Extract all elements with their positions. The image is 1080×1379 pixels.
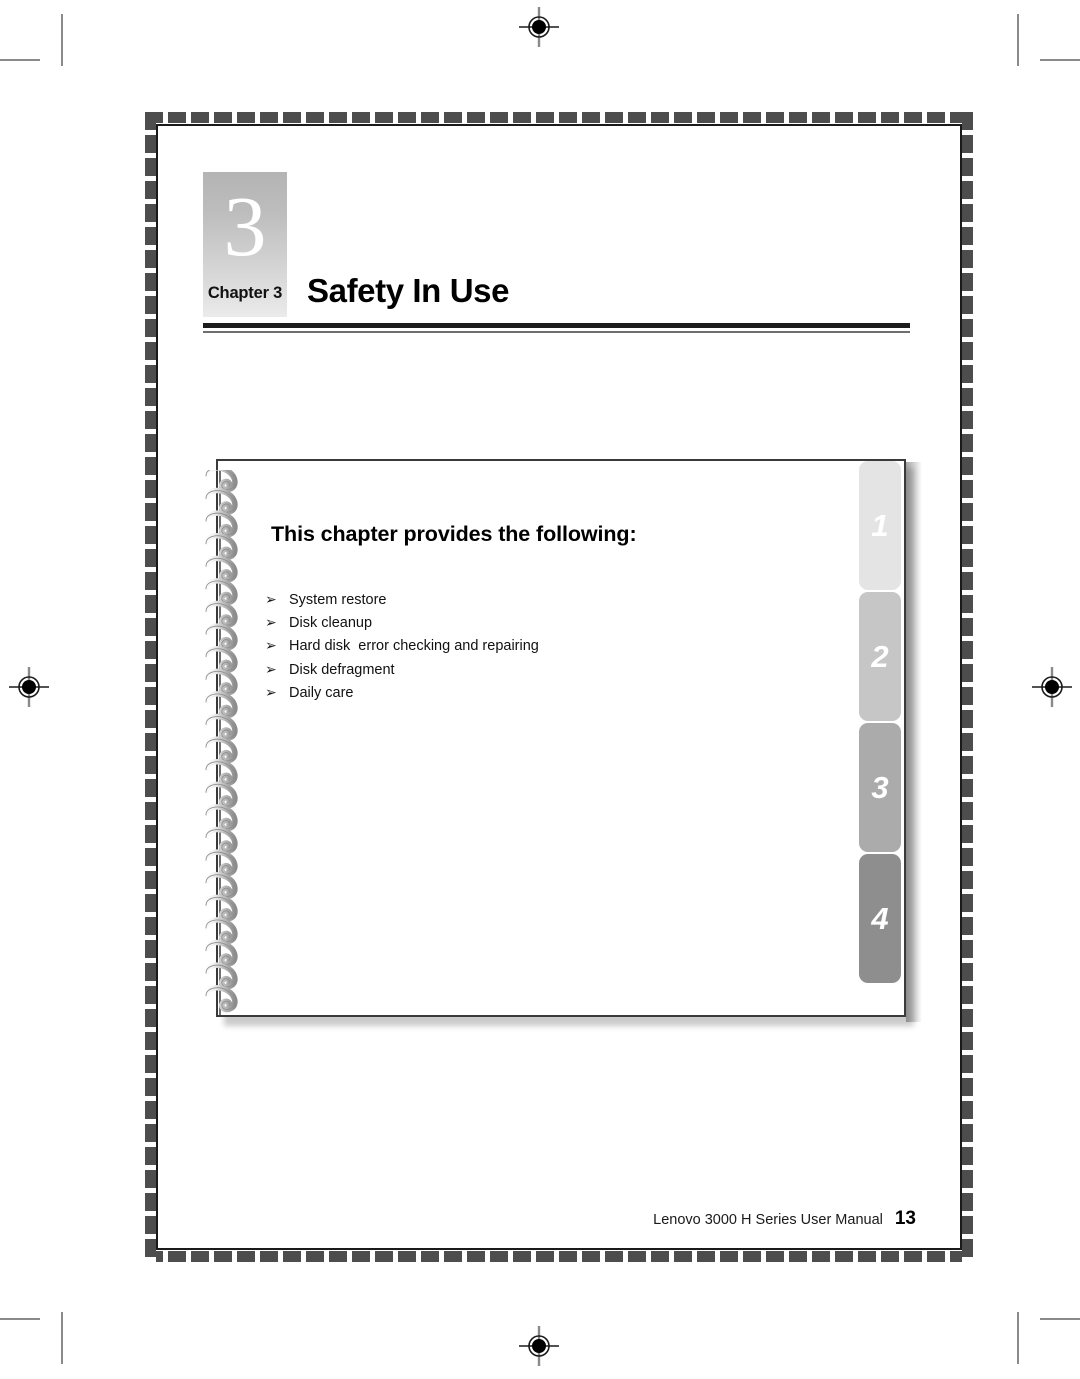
crop-mark-right-top (1040, 59, 1080, 61)
index-tab-label: 1 (871, 507, 889, 543)
footer-page-number: 13 (894, 1208, 916, 1229)
registration-crosshair-icon (518, 6, 560, 48)
title-rule-thick (203, 323, 910, 328)
chapter-label: Chapter 3 (207, 284, 283, 302)
arrow-bullet-icon: ➢ (265, 592, 277, 608)
frame-dash-right (962, 112, 973, 1262)
page-title: Safety In Use (307, 272, 510, 309)
title-rule-thin (203, 331, 910, 333)
arrow-bullet-icon: ➢ (265, 615, 277, 632)
index-tab-label: 3 (871, 769, 889, 805)
crop-mark-bottom-left (61, 1312, 63, 1364)
index-tab-4[interactable]: 4 (859, 854, 901, 983)
list-item-label: Disk cleanup (289, 615, 373, 632)
tab-strip-shadow (906, 462, 922, 1022)
list-item: ➢ System restore (265, 592, 825, 615)
crop-mark-left-bottom (0, 1318, 40, 1320)
index-tab-label: 4 (871, 900, 889, 936)
index-tab-3[interactable]: 3 (859, 723, 901, 852)
list-item: ➢ Hard disk error checking and repairing (265, 638, 825, 661)
footer-manual-name: Lenovo 3000 H Series User Manual (653, 1212, 883, 1228)
frame-dash-left (145, 112, 156, 1262)
arrow-bullet-icon: ➢ (265, 661, 277, 678)
crop-mark-bottom-right (1017, 1312, 1019, 1364)
chapter-badge: 3 Chapter 3 (203, 172, 287, 317)
registration-crosshair-icon (8, 666, 50, 708)
list-item: ➢ Disk cleanup (265, 615, 825, 638)
list-item: ➢ Daily care (265, 685, 825, 708)
page-footer: Lenovo 3000 H Series User Manual 13 (0, 1208, 962, 1230)
registration-crosshair-icon (518, 1325, 560, 1367)
crop-mark-left-top (0, 59, 40, 61)
chapter-big-number: 3 (223, 178, 267, 274)
index-tab-1[interactable]: 1 (859, 461, 901, 590)
list-item-label: Disk defragment (289, 661, 395, 678)
arrow-bullet-icon: ➢ (265, 684, 277, 701)
arrow-bullet-icon: ➢ (265, 638, 277, 655)
index-tab-2[interactable]: 2 (859, 592, 901, 721)
crop-mark-right-bottom (1040, 1318, 1080, 1320)
crop-mark-top-right (1017, 14, 1019, 66)
chapter-topics-list: ➢ System restore ➢ Disk cleanup ➢ Hard d… (265, 592, 825, 708)
spiral-binding (203, 465, 248, 1015)
list-item-label: System restore (289, 592, 387, 608)
crop-mark-top-left (61, 14, 63, 66)
index-tab-label: 2 (871, 638, 889, 674)
frame-dash-bottom (145, 1251, 973, 1262)
frame-dash-top (145, 112, 973, 123)
card-heading: This chapter provides the following: (271, 522, 637, 546)
registration-crosshair-icon (1031, 666, 1073, 708)
list-item: ➢ Disk defragment (265, 662, 825, 685)
list-item-label: Hard disk error checking and repairing (289, 638, 539, 655)
list-item-label: Daily care (289, 684, 354, 701)
